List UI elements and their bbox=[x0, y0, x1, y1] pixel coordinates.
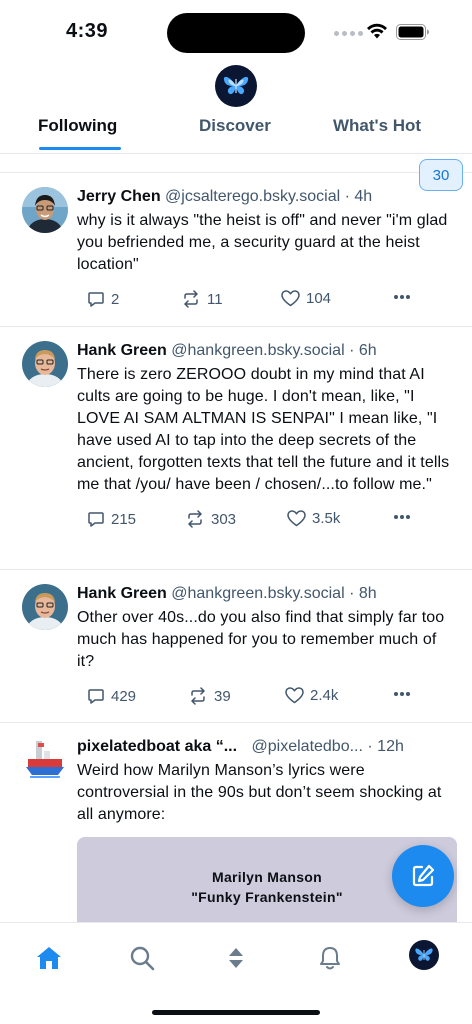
post-text: Weird how Marilyn Manson’s lyrics were c… bbox=[77, 762, 442, 823]
like-count: 3.5k bbox=[312, 510, 341, 527]
feed-tabs: Following Discover What's Hot bbox=[0, 116, 472, 154]
nav-search[interactable] bbox=[127, 943, 157, 973]
post-actions: 215 303 3.5k bbox=[77, 500, 456, 546]
post-header: Hank Green @hankgreen.bsky.social · 8h bbox=[77, 582, 456, 606]
more-options-icon[interactable] bbox=[393, 514, 411, 520]
post-card[interactable]: pixelatedboat aka “... @pixelatedbo... ·… bbox=[0, 722, 472, 947]
separator: · bbox=[349, 342, 355, 359]
compose-icon bbox=[412, 864, 435, 887]
author-handle[interactable]: @jcsalterego.bsky.social bbox=[165, 188, 340, 205]
separator: · bbox=[367, 738, 373, 755]
repost-icon bbox=[184, 290, 198, 308]
like-button[interactable]: 3.5k bbox=[287, 510, 340, 527]
compose-button[interactable] bbox=[392, 845, 454, 907]
reply-button[interactable]: 429 bbox=[87, 687, 136, 705]
reply-icon bbox=[88, 292, 104, 307]
dynamic-island bbox=[167, 13, 305, 53]
heart-icon bbox=[281, 290, 300, 307]
repost-icon bbox=[188, 510, 202, 528]
post-time: 6h bbox=[358, 342, 377, 359]
avatar[interactable] bbox=[22, 584, 68, 630]
reply-icon bbox=[88, 689, 104, 704]
author-handle[interactable]: @hankgreen.bsky.social bbox=[171, 342, 344, 359]
feed-header: Following Discover What's Hot bbox=[0, 62, 472, 154]
post-actions: 429 39 2.4k bbox=[77, 677, 456, 723]
avatar[interactable] bbox=[22, 737, 68, 783]
tab-whats-hot[interactable]: What's Hot bbox=[333, 116, 421, 136]
reply-count: 215 bbox=[111, 510, 137, 528]
tab-discover[interactable]: Discover bbox=[199, 116, 271, 136]
repost-icon bbox=[191, 687, 205, 705]
repost-button[interactable]: 303 bbox=[185, 510, 236, 528]
active-tab-indicator bbox=[39, 147, 121, 150]
wifi-icon bbox=[367, 23, 387, 39]
home-icon bbox=[37, 947, 61, 969]
author-name[interactable]: Jerry Chen bbox=[77, 188, 161, 205]
author-handle[interactable]: @pixelatedbo... bbox=[252, 738, 363, 755]
author-name[interactable]: pixelatedboat aka “... bbox=[77, 738, 237, 755]
butterfly-logo-icon[interactable] bbox=[215, 65, 257, 107]
nav-feeds[interactable] bbox=[221, 943, 251, 973]
reply-count: 429 bbox=[111, 687, 137, 705]
repost-button[interactable]: 39 bbox=[188, 687, 231, 705]
author-handle[interactable]: @hankgreen.bsky.social bbox=[171, 585, 344, 602]
post-header: Jerry Chen @jcsalterego.bsky.social · 4h bbox=[77, 185, 456, 209]
search-icon bbox=[130, 946, 155, 971]
reply-count: 2 bbox=[111, 290, 120, 308]
status-time: 4:39 bbox=[66, 20, 109, 42]
reply-button[interactable]: 215 bbox=[87, 510, 136, 528]
separator: · bbox=[349, 585, 355, 602]
more-options-icon[interactable] bbox=[393, 691, 411, 697]
new-posts-badge[interactable]: 30 bbox=[419, 159, 463, 191]
post-card[interactable]: Jerry Chen @jcsalterego.bsky.social · 4h… bbox=[0, 172, 472, 326]
bell-icon bbox=[320, 947, 340, 970]
tab-following[interactable]: Following bbox=[38, 116, 117, 136]
post-time: 12h bbox=[377, 738, 404, 755]
bottom-navigation bbox=[0, 922, 472, 1024]
feed-list: Jerry Chen @jcsalterego.bsky.social · 4h… bbox=[0, 172, 472, 947]
post-time: 4h bbox=[354, 188, 373, 205]
battery-icon bbox=[396, 24, 429, 40]
repost-button[interactable]: 11 bbox=[181, 290, 223, 308]
heart-icon bbox=[287, 510, 306, 527]
author-name[interactable]: Hank Green bbox=[77, 585, 167, 602]
reply-icon bbox=[88, 512, 104, 527]
heart-icon bbox=[285, 687, 304, 704]
like-button[interactable]: 104 bbox=[281, 290, 331, 307]
avatar[interactable] bbox=[22, 187, 68, 233]
author-name[interactable]: Hank Green bbox=[77, 342, 167, 359]
like-count: 104 bbox=[306, 290, 332, 307]
post-text: Other over 40s...do you also find that s… bbox=[77, 609, 445, 670]
profile-avatar[interactable] bbox=[409, 940, 439, 970]
reply-button[interactable]: 2 bbox=[87, 290, 119, 308]
nav-home[interactable] bbox=[34, 943, 64, 973]
like-button[interactable]: 2.4k bbox=[285, 687, 338, 704]
post-card[interactable]: Hank Green @hankgreen.bsky.social · 6h T… bbox=[0, 326, 472, 569]
repost-count: 303 bbox=[211, 510, 237, 528]
separator: · bbox=[344, 188, 350, 205]
repost-count: 39 bbox=[214, 687, 231, 705]
like-count: 2.4k bbox=[310, 687, 339, 704]
more-options-icon[interactable] bbox=[393, 294, 411, 300]
post-time: 8h bbox=[358, 585, 377, 602]
post-actions: 2 11 104 bbox=[77, 280, 456, 326]
post-text: There is zero ZEROOO doubt in my mind th… bbox=[77, 366, 450, 493]
home-indicator bbox=[152, 1010, 320, 1015]
post-card[interactable]: Hank Green @hankgreen.bsky.social · 8h O… bbox=[0, 569, 472, 722]
repost-count: 11 bbox=[207, 290, 223, 308]
post-text: why is it always "the heist is off" and … bbox=[77, 212, 448, 273]
post-header: Hank Green @hankgreen.bsky.social · 6h bbox=[77, 339, 456, 363]
nav-notifications[interactable] bbox=[315, 943, 345, 973]
status-bar: 4:39 bbox=[0, 0, 472, 62]
post-header: pixelatedboat aka “... @pixelatedbo... ·… bbox=[77, 735, 456, 759]
cellular-signal-icon bbox=[334, 31, 363, 36]
feeds-icon bbox=[229, 948, 243, 968]
avatar[interactable] bbox=[22, 341, 68, 387]
